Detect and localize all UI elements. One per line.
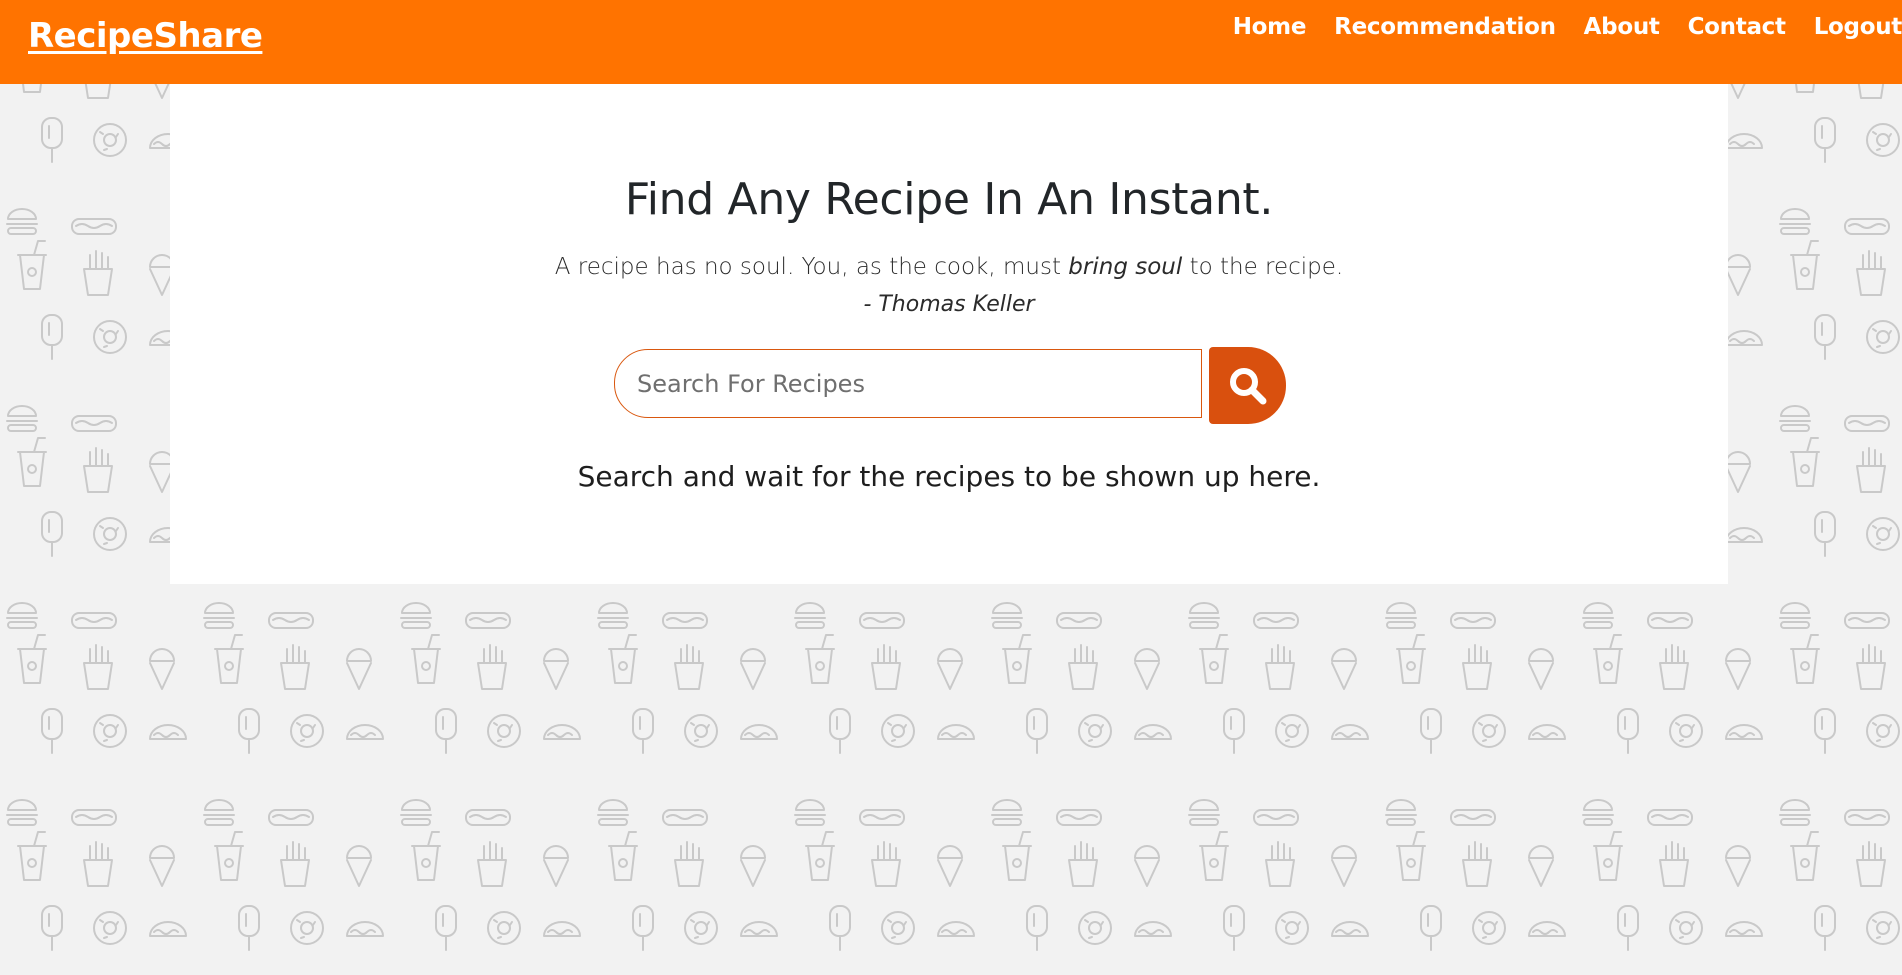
nav-about[interactable]: About bbox=[1584, 14, 1660, 40]
results-message: Search and wait for the recipes to be sh… bbox=[577, 460, 1321, 493]
nav-logout[interactable]: Logout bbox=[1814, 14, 1902, 40]
nav-links: Home Recommendation About Contact Logout bbox=[1205, 12, 1902, 42]
magnifier-icon bbox=[1229, 367, 1266, 404]
nav-contact[interactable]: Contact bbox=[1688, 14, 1786, 40]
page-title: Find Any Recipe In An Instant. bbox=[624, 174, 1274, 225]
navbar: RecipeShare Home Recommendation About Co… bbox=[0, 0, 1902, 84]
nav-recommendation[interactable]: Recommendation bbox=[1334, 14, 1556, 40]
search-card: Find Any Recipe In An Instant. A recipe … bbox=[170, 84, 1728, 584]
nav-home[interactable]: Home bbox=[1233, 14, 1307, 40]
brand-logo-link[interactable]: RecipeShare bbox=[28, 16, 263, 56]
quote-part1: A recipe has no soul. You, as the cook, … bbox=[554, 254, 1069, 280]
quote-emphasis: bring soul bbox=[1068, 254, 1183, 280]
quote-text: A recipe has no soul. You, as the cook, … bbox=[170, 254, 1728, 280]
search-input[interactable] bbox=[614, 349, 1202, 418]
quote-part2: to the recipe. bbox=[1182, 254, 1344, 280]
search-button[interactable] bbox=[1209, 347, 1286, 424]
quote-author: - Thomas Keller bbox=[863, 292, 1035, 317]
